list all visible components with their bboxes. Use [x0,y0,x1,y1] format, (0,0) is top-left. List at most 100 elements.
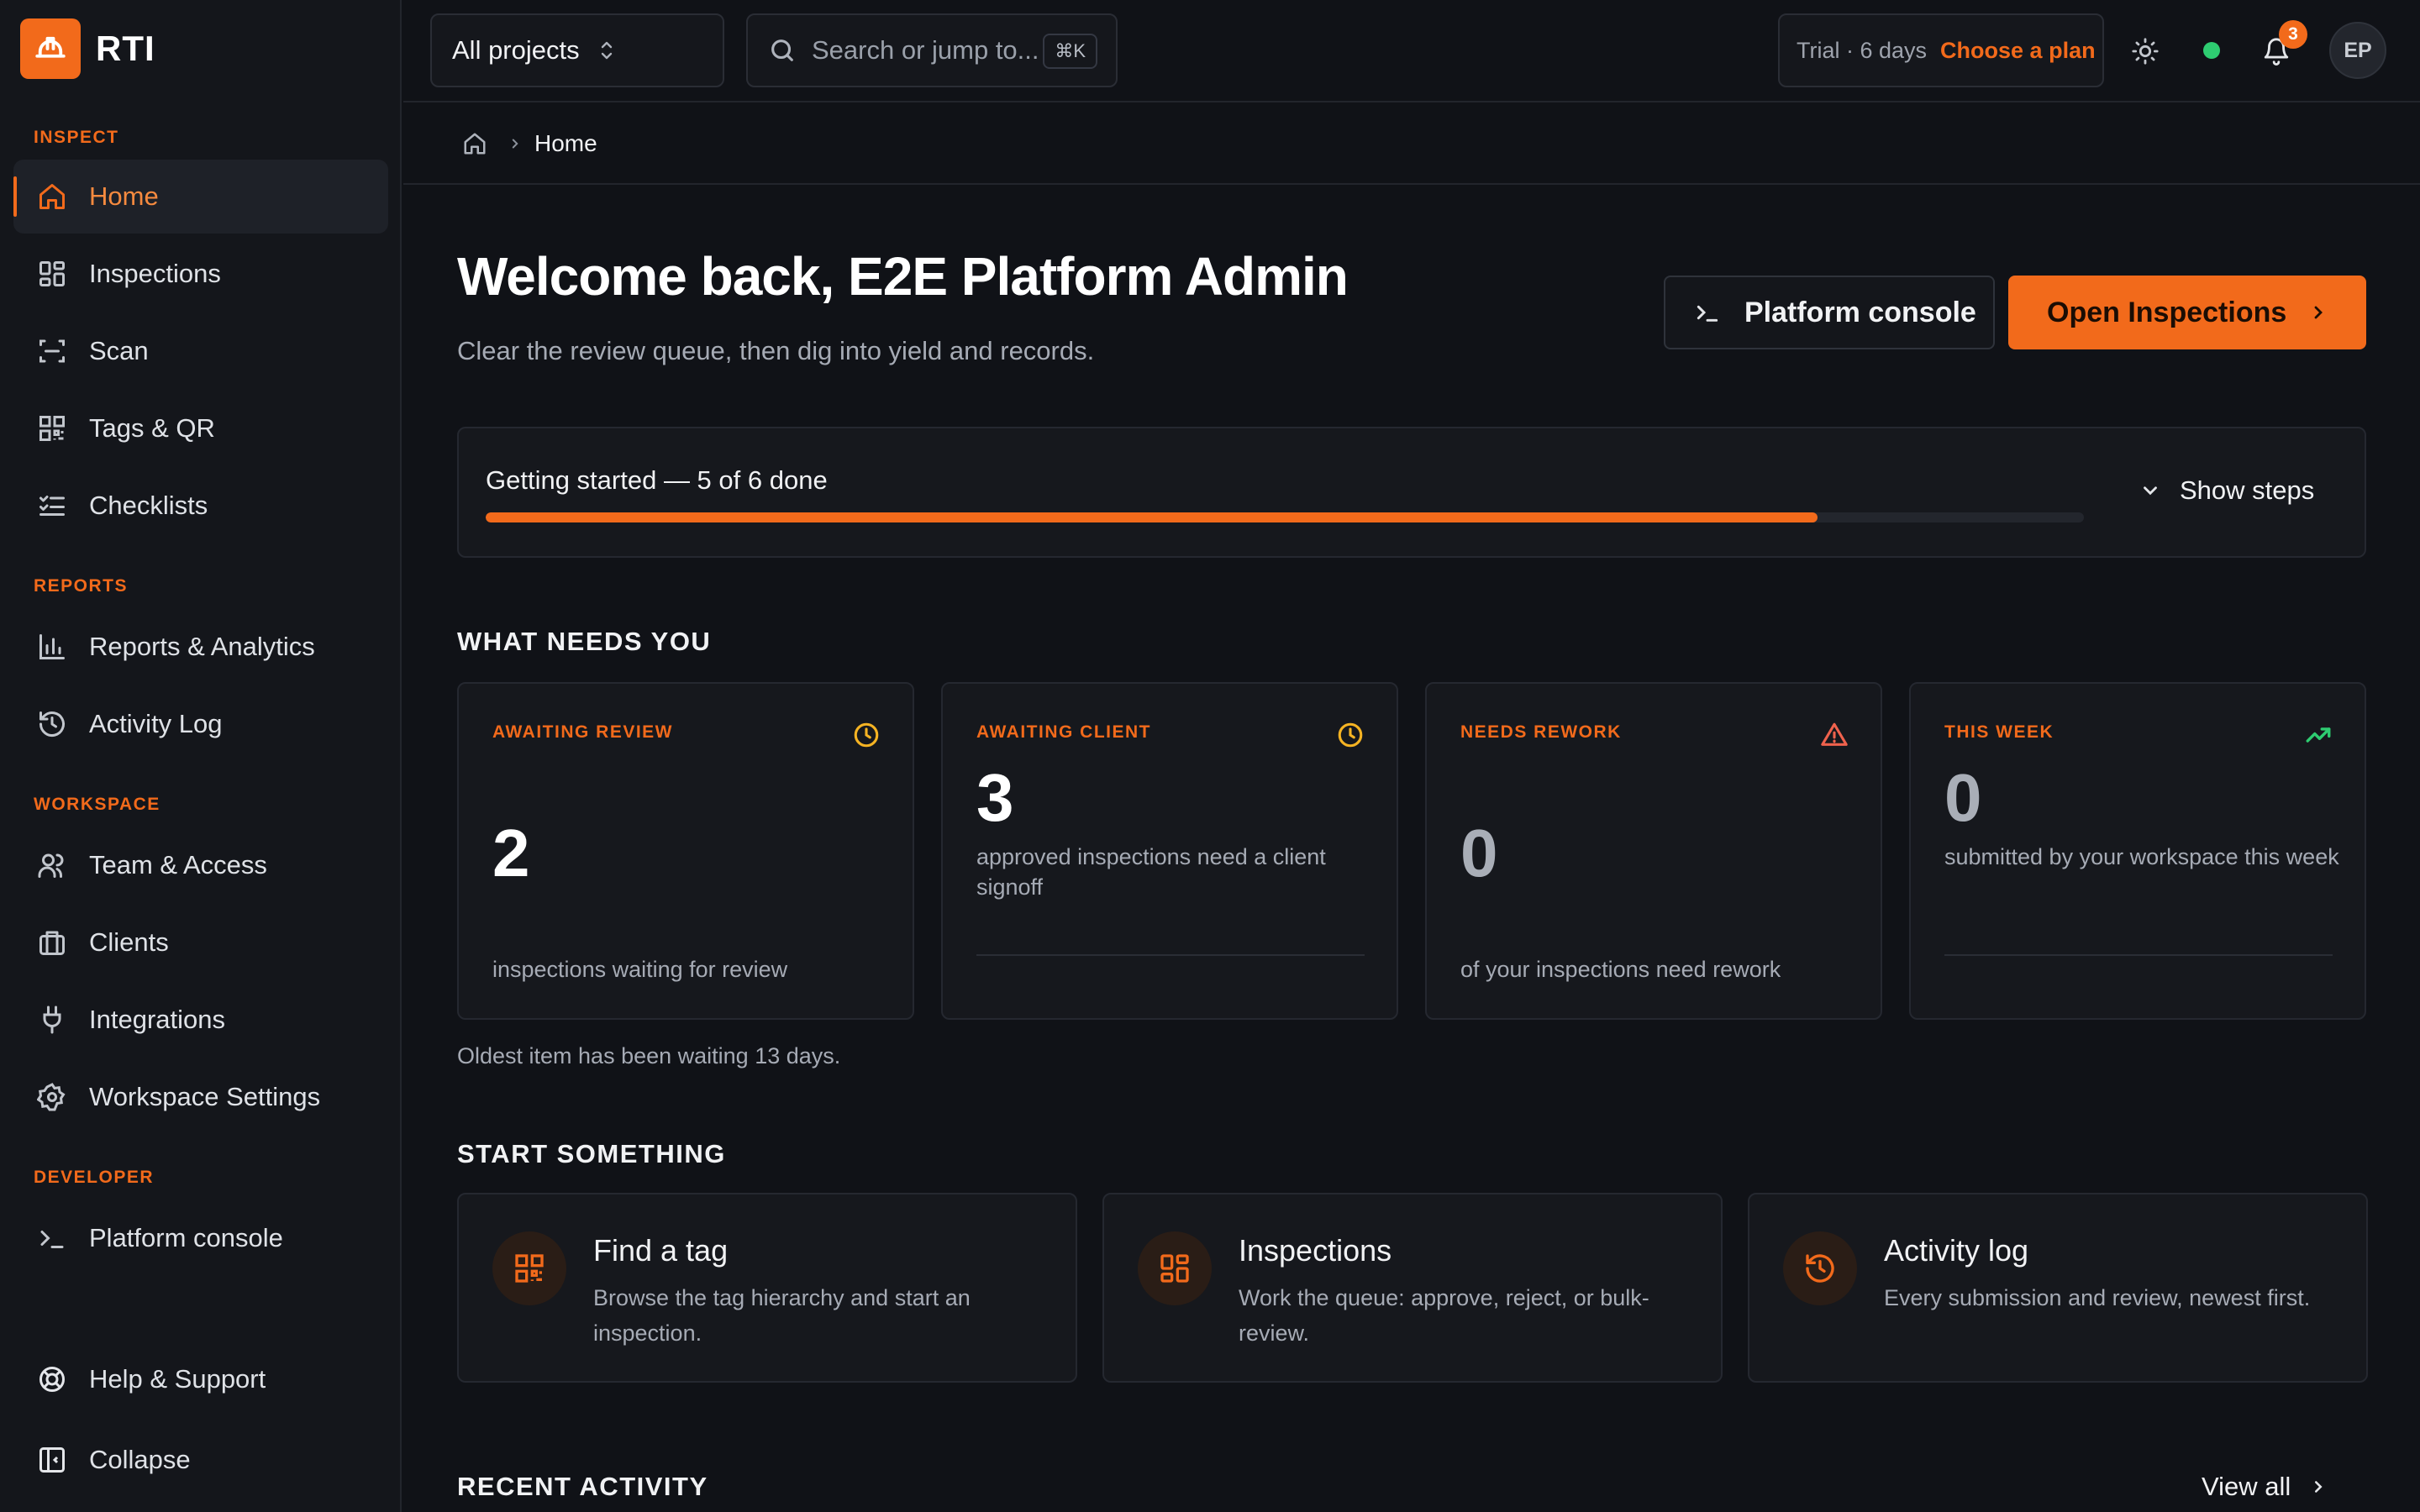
project-select[interactable]: All projects [430,13,724,87]
sidebar-item-label: Clients [89,927,169,957]
scan-icon [35,334,69,368]
section-title-recent: RECENT ACTIVITY [457,1472,708,1501]
sidebar-item-label: Inspections [89,259,221,288]
stat-desc: submitted by your workspace this week [1944,844,2339,869]
divider [976,954,1365,956]
trial-banner: Trial · 6 days Choose a plan [1778,13,2104,87]
stat-value: 0 [1460,816,1498,890]
action-title: Activity log [1884,1233,2029,1268]
platform-console-button[interactable]: Platform console [1664,276,1995,349]
terminal-icon [35,1221,69,1255]
stat-value: 0 [1944,760,1982,835]
sidebar-item-clients[interactable]: Clients [13,906,388,979]
stat-card-needs-rework[interactable]: NEEDS REWORK 0 of your inspections need … [1425,682,1882,1020]
sidebar-item-label: Workspace Settings [89,1082,321,1111]
search-input[interactable]: Search or jump to... ⌘K [746,13,1118,87]
choose-plan-link[interactable]: Choose a plan [1940,38,2096,64]
collapse-label: Collapse [89,1445,191,1474]
action-title: Find a tag [593,1233,729,1268]
sidebar-item-label: Reports & Analytics [89,632,315,661]
chevron-up-down-icon [597,39,617,62]
home-icon [35,180,69,213]
sidebar-item-checklists[interactable]: Checklists [13,469,388,543]
help-support-button[interactable]: Help & Support [13,1342,388,1416]
trending-up-icon [2304,721,2333,749]
sidebar-collapse-icon [35,1443,69,1477]
sidebar-item-label: Home [89,181,159,211]
grid-icon [1138,1231,1212,1305]
action-desc: Work the queue: approve, reject, or bulk… [1239,1285,1649,1346]
sidebar-item-platform-console[interactable]: Platform console [13,1201,388,1275]
nav-section-reports: REPORTS [34,576,129,596]
lifebuoy-icon [35,1362,69,1396]
users-icon [35,848,69,882]
sidebar-item-label: Integrations [89,1005,225,1034]
action-card-inspections[interactable]: Inspections Work the queue: approve, rej… [1102,1193,1723,1383]
search-icon [768,36,797,65]
sidebar-item-workspace-settings[interactable]: Workspace Settings [13,1060,388,1134]
briefcase-icon [35,926,69,959]
stat-card-awaiting-review[interactable]: AWAITING REVIEW 2 inspections waiting fo… [457,682,914,1020]
platform-console-label: Platform console [1744,296,1976,328]
open-inspections-label: Open Inspections [2047,296,2287,328]
stat-tag: AWAITING REVIEW [492,722,674,742]
sidebar: RTI INSPECT Home Inspections Scan Tags &… [0,0,402,1512]
open-inspections-button[interactable]: Open Inspections [2008,276,2366,349]
stat-tag: AWAITING CLIENT [976,722,1151,742]
qr-icon [492,1231,566,1305]
view-all-link[interactable]: View all [2202,1472,2328,1502]
sidebar-item-activity-log[interactable]: Activity Log [13,687,388,761]
stat-card-awaiting-client[interactable]: AWAITING CLIENT 3 approved inspections n… [941,682,1398,1020]
sidebar-item-team-access[interactable]: Team & Access [13,828,388,902]
getting-started-label: Getting started — 5 of 6 done [486,465,828,495]
topbar: All projects Search or jump to... ⌘K Tri… [403,0,2420,102]
theme-toggle-button[interactable] [2126,32,2165,71]
action-title: Inspections [1239,1233,1392,1268]
brand[interactable]: RTI [20,18,155,79]
sidebar-item-scan[interactable]: Scan [13,314,388,388]
sidebar-item-label: Platform console [89,1223,283,1252]
nav-section-developer: DEVELOPER [34,1168,155,1187]
stat-desc: approved inspections need a client signo… [976,844,1326,900]
action-card-find-tag[interactable]: Find a tag Browse the tag hierarchy and … [457,1193,1077,1383]
stat-desc: inspections waiting for review [492,957,788,982]
bar-chart-icon [35,630,69,664]
search-shortcut: ⌘K [1043,34,1097,69]
show-steps-button[interactable]: Show steps [2139,475,2314,506]
page-subtitle: Clear the review queue, then dig into yi… [457,336,1095,365]
clock-icon [852,721,881,749]
sidebar-item-label: Scan [89,336,149,365]
search-placeholder: Search or jump to... [812,35,1039,65]
section-title-start: START SOMETHING [457,1139,726,1168]
nav-section-inspect: INSPECT [34,128,119,147]
project-select-value: All projects [452,35,580,65]
sidebar-item-inspections[interactable]: Inspections [13,237,388,311]
home-icon[interactable] [462,131,487,156]
getting-started-card: Getting started — 5 of 6 done Show steps [457,427,2366,558]
avatar[interactable]: EP [2329,22,2386,79]
action-card-activity-log[interactable]: Activity log Every submission and review… [1748,1193,2368,1383]
progress-bar [486,512,2084,522]
sidebar-item-label: Team & Access [89,850,267,879]
warning-icon [1820,721,1849,749]
stat-desc: of your inspections need rework [1460,957,1781,982]
trial-text: Trial · 6 days [1797,37,1928,63]
sidebar-item-label: Activity Log [89,709,223,738]
clock-icon [1336,721,1365,749]
stat-value: 3 [976,760,1014,835]
stat-tag: NEEDS REWORK [1460,722,1622,742]
sidebar-item-reports-analytics[interactable]: Reports & Analytics [13,610,388,684]
breadcrumb-current: Home [534,130,597,156]
chevron-right-icon [2308,302,2328,323]
sidebar-item-label: Tags & QR [89,413,215,443]
hardhat-icon [20,18,81,79]
divider [1944,954,2333,956]
chevron-down-icon [2139,480,2161,501]
stat-tag: THIS WEEK [1944,722,2054,742]
stat-card-this-week[interactable]: THIS WEEK 0 submitted by your workspace … [1909,682,2366,1020]
sidebar-item-tags-qr[interactable]: Tags & QR [13,391,388,465]
collapse-button[interactable]: Collapse [13,1423,388,1497]
sidebar-item-integrations[interactable]: Integrations [13,983,388,1057]
status-indicator [2203,42,2220,59]
sidebar-item-home[interactable]: Home [13,160,388,234]
